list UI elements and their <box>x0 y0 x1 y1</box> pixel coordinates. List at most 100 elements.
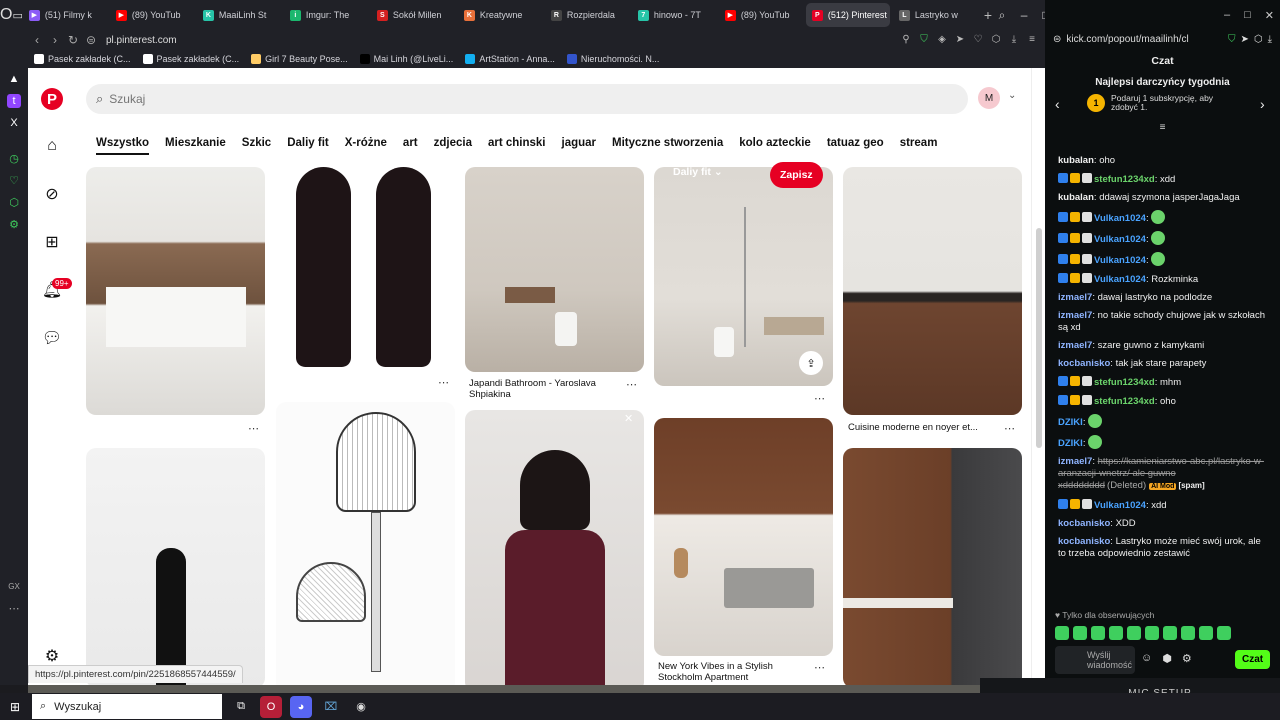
messages-icon[interactable]: 💬︎ <box>42 328 62 348</box>
twitch-icon[interactable]: t <box>7 94 21 108</box>
emote-icon[interactable] <box>1217 626 1231 640</box>
browser-tab[interactable]: ▶ (89) YouTub <box>110 3 194 27</box>
pin-more-icon[interactable]: ⋯ <box>814 392 826 405</box>
board-filter-tab[interactable]: Mieszkanie <box>165 137 226 155</box>
app-taskbar-icon[interactable]: ⌧ <box>320 696 342 718</box>
pin-image-woman-studio[interactable] <box>86 448 265 685</box>
close-window-icon[interactable]: ✕ <box>1265 9 1274 22</box>
chat-username[interactable]: stefun1234xd <box>1094 377 1155 388</box>
browser-tab[interactable]: 7 hinowo - 7T <box>632 3 716 27</box>
heart-icon[interactable]: ♡ <box>971 33 985 47</box>
pin-more-icon[interactable]: ⋯ <box>814 661 826 674</box>
forward-icon[interactable]: › <box>46 33 64 47</box>
create-icon[interactable]: ⊞ <box>42 232 62 252</box>
chat-url[interactable]: kick.com/popout/maailinh/cl <box>1066 34 1188 45</box>
chat-username[interactable]: Vulkan1024 <box>1094 255 1146 266</box>
chevron-down-icon[interactable]: ⌄ <box>1008 90 1016 101</box>
workspace-icon[interactable]: ▭ <box>12 0 22 30</box>
chevron-right-icon[interactable]: › <box>1260 96 1265 112</box>
pin-more-icon[interactable]: ⋯ <box>1004 422 1016 435</box>
pin-image-kitchen[interactable] <box>86 167 265 415</box>
emote-icon[interactable] <box>1055 626 1069 640</box>
board-filter-tab[interactable]: zdjecia <box>434 137 472 155</box>
browser-tab[interactable]: ▶ (89) YouTub <box>719 3 803 27</box>
emote-icon[interactable] <box>1163 626 1177 640</box>
bookmark-icon[interactable]: ♡ <box>7 174 21 188</box>
search-bar[interactable]: ⌕ <box>86 84 968 114</box>
chat-username[interactable]: Vulkan1024 <box>1094 234 1146 245</box>
pin-hide-icon[interactable]: ✕ <box>624 412 634 425</box>
minimize-icon[interactable]: – <box>1224 9 1230 21</box>
task-view-icon[interactable]: ⧉ <box>230 696 252 718</box>
chat-username[interactable]: izmael7 <box>1058 310 1092 321</box>
emote-icon[interactable] <box>1145 626 1159 640</box>
opera-menu-icon[interactable]: O <box>0 0 12 30</box>
download-icon[interactable]: ⤓ <box>1268 34 1280 45</box>
browser-tab[interactable]: K Kreatywne <box>458 3 542 27</box>
save-button[interactable]: Zapisz <box>770 162 823 188</box>
board-filter-tab[interactable]: Mityczne stworzenia <box>612 137 723 155</box>
board-filter-tab[interactable]: art chinski <box>488 137 546 155</box>
pin-image-selfie[interactable] <box>465 410 644 685</box>
windows-start-icon[interactable]: ⊞ <box>0 700 30 714</box>
back-icon[interactable]: ‹ <box>28 33 46 47</box>
browser-tab[interactable]: ▶ (51) Filmy k <box>23 3 107 27</box>
maximize-icon[interactable]: □ <box>1244 9 1251 21</box>
chat-username[interactable]: kubalan <box>1058 192 1094 203</box>
emoji-icon[interactable]: ☺ <box>1141 652 1152 665</box>
emote-icon[interactable] <box>1073 626 1087 640</box>
pin-more-icon[interactable]: ⋯ <box>438 376 450 389</box>
settings-icon[interactable]: ⚙ <box>42 646 62 666</box>
opera-gx-taskbar-icon[interactable]: O <box>260 695 282 718</box>
scrollbar-thumb[interactable] <box>1036 228 1042 448</box>
pin-image-fridge-kitchen[interactable] <box>843 448 1022 685</box>
emote-icon[interactable] <box>1181 626 1195 640</box>
pin-image-walnut-kitchen[interactable] <box>654 418 833 656</box>
chat-username[interactable]: kocbanisko <box>1058 358 1110 369</box>
bookmark-item[interactable]: Pasek zakładek (C... <box>34 54 131 64</box>
pin-page-icon[interactable]: ⚲ <box>899 33 913 47</box>
board-selector[interactable]: Daliy fit ⌄ <box>673 166 723 178</box>
pin-image-mushroom-sketch[interactable] <box>276 402 455 685</box>
chat-username[interactable]: Vulkan1024 <box>1094 500 1146 511</box>
pin-more-icon[interactable]: ⋯ <box>626 378 638 391</box>
taskbar-search[interactable]: ⌕ Wyszukaj <box>32 694 222 719</box>
extensions-sidebar-icon[interactable]: ⬡ <box>7 196 21 210</box>
browser-tab[interactable]: i Imgur: The <box>284 3 368 27</box>
board-filter-tab[interactable]: stream <box>900 137 938 155</box>
chat-username[interactable]: izmael7 <box>1058 292 1092 303</box>
pin-more-icon[interactable]: ⋯ <box>248 422 260 435</box>
history-icon[interactable]: ◷ <box>7 152 21 166</box>
site-info-icon[interactable]: ⊜ <box>82 33 100 47</box>
gift-icon[interactable]: ⬢ <box>1162 652 1172 665</box>
search-tabs-icon[interactable]: ⌕ <box>992 8 1012 23</box>
browser-tab[interactable]: L Lastryko w <box>893 3 977 27</box>
gx-label-icon[interactable]: GX <box>7 580 21 594</box>
pin-image-bathroom[interactable] <box>465 167 644 372</box>
adblock-icon[interactable]: ⛉ <box>1228 34 1236 45</box>
board-filter-tab[interactable]: jaguar <box>562 137 597 155</box>
chevron-left-icon[interactable]: ‹ <box>1055 96 1060 112</box>
chat-message-input[interactable]: Wyślij wiadomość <box>1055 646 1135 674</box>
browser-tab[interactable]: P(512) Pinterest✕ <box>805 3 890 27</box>
chat-username[interactable]: Vulkan1024 <box>1094 213 1146 224</box>
board-filter-tab[interactable]: Szkic <box>242 137 271 155</box>
chat-username[interactable]: DZIKI <box>1058 417 1083 428</box>
pin-image-lace-dress[interactable] <box>276 167 455 370</box>
pin-title[interactable]: Cuisine moderne en noyer et... <box>848 422 998 433</box>
bookmark-item[interactable]: Pasek zakładek (C... <box>142 54 239 64</box>
extensions-icon[interactable]: ⬡ <box>1254 34 1263 45</box>
explore-icon[interactable]: ⊘ <box>42 184 62 204</box>
ai-icon[interactable]: ▲ <box>7 72 21 86</box>
avatar[interactable]: M <box>978 87 1000 109</box>
chat-username[interactable]: izmael7 <box>1058 340 1092 351</box>
chat-username[interactable]: kocbanisko <box>1058 536 1110 547</box>
pinned-toggle-icon[interactable]: ≡ <box>1045 122 1280 133</box>
vpn-icon[interactable]: ◈ <box>935 33 949 47</box>
pin-title[interactable]: Japandi Bathroom - Yaroslava Shpiakina <box>469 378 619 400</box>
board-filter-tab[interactable]: Wszystko <box>96 137 150 155</box>
bookmark-item[interactable]: Mai Linh (@LiveLi... <box>359 54 453 64</box>
minimize-icon[interactable]: – <box>1014 8 1034 23</box>
chat-username[interactable]: Vulkan1024 <box>1094 274 1146 285</box>
more-icon[interactable]: ⋯ <box>7 602 21 616</box>
